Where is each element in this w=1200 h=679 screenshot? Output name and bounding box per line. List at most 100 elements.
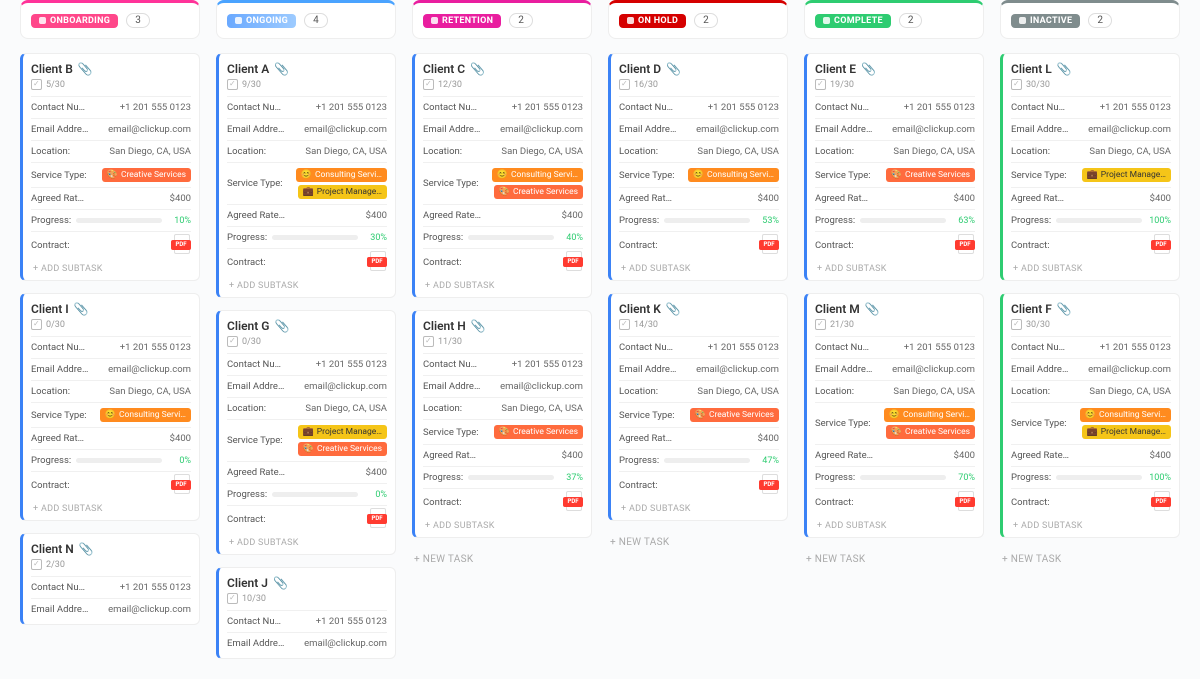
attachment-icon[interactable]: 📎 (865, 302, 880, 316)
add-subtask-button[interactable]: + ADD SUBTASK (619, 498, 779, 516)
card-title[interactable]: Client H📎 (423, 319, 583, 333)
column-header[interactable]: COMPLETE2 (804, 0, 984, 39)
pdf-icon[interactable] (563, 495, 583, 509)
progress-bar[interactable] (1056, 475, 1142, 480)
attachment-icon[interactable]: 📎 (74, 302, 89, 316)
add-subtask-button[interactable]: + ADD SUBTASK (815, 515, 975, 533)
task-card[interactable]: Client A📎9/30Contact Nu…+1 201 555 0123E… (216, 53, 396, 298)
service-tag-creative[interactable]: 🎨Creative Services (494, 185, 583, 199)
attachment-icon[interactable]: 📎 (1057, 302, 1072, 316)
service-tag-consulting[interactable]: 😊Consulting Servi… (884, 408, 975, 422)
progress-bar[interactable] (272, 492, 358, 497)
status-pill[interactable]: ONGOING (227, 14, 296, 28)
progress-bar[interactable] (860, 218, 946, 223)
card-title[interactable]: Client D📎 (619, 62, 779, 76)
service-tag-creative[interactable]: 🎨Creative Services (886, 168, 975, 182)
column-header[interactable]: ONGOING4 (216, 0, 396, 39)
task-card[interactable]: Client J📎10/30Contact Nu…+1 201 555 0123… (216, 567, 396, 659)
service-tag-consulting[interactable]: 😊Consulting Servi… (100, 408, 191, 422)
service-tag-creative[interactable]: 🎨Creative Services (690, 408, 779, 422)
card-title[interactable]: Client J📎 (227, 576, 387, 590)
add-subtask-button[interactable]: + ADD SUBTASK (31, 498, 191, 516)
attachment-icon[interactable]: 📎 (1057, 62, 1072, 76)
service-tag-creative[interactable]: 🎨Creative Services (102, 168, 191, 182)
card-title[interactable]: Client C📎 (423, 62, 583, 76)
task-card[interactable]: Client K📎14/30Contact Nu…+1 201 555 0123… (608, 293, 788, 521)
status-pill[interactable]: COMPLETE (815, 14, 891, 28)
status-pill[interactable]: RETENTION (423, 14, 501, 28)
add-subtask-button[interactable]: + ADD SUBTASK (423, 275, 583, 293)
progress-bar[interactable] (1056, 218, 1142, 223)
task-card[interactable]: Client G📎0/30Contact Nu…+1 201 555 0123E… (216, 310, 396, 555)
add-subtask-button[interactable]: + ADD SUBTASK (227, 275, 387, 293)
service-tag-project[interactable]: 💼Project Manage… (298, 185, 387, 199)
column-header[interactable]: ONBOARDING3 (20, 0, 200, 39)
attachment-icon[interactable]: 📎 (471, 319, 486, 333)
add-subtask-button[interactable]: + ADD SUBTASK (619, 258, 779, 276)
pdf-icon[interactable] (955, 495, 975, 509)
progress-bar[interactable] (272, 235, 358, 240)
task-card[interactable]: Client C📎12/30Contact Nu…+1 201 555 0123… (412, 53, 592, 298)
pdf-icon[interactable] (171, 238, 191, 252)
task-card[interactable]: Client E📎19/30Contact Nu…+1 201 555 0123… (804, 53, 984, 281)
attachment-icon[interactable]: 📎 (666, 62, 681, 76)
add-subtask-button[interactable]: + ADD SUBTASK (423, 515, 583, 533)
card-title[interactable]: Client G📎 (227, 319, 387, 333)
attachment-icon[interactable]: 📎 (470, 62, 485, 76)
pdf-icon[interactable] (759, 478, 779, 492)
card-title[interactable]: Client L📎 (1011, 62, 1171, 76)
progress-bar[interactable] (468, 475, 554, 480)
task-card[interactable]: Client B📎5/30Contact Nu…+1 201 555 0123E… (20, 53, 200, 281)
service-tag-project[interactable]: 💼Project Manage… (1082, 168, 1171, 182)
column-header[interactable]: INACTIVE2 (1000, 0, 1180, 39)
add-subtask-button[interactable]: + ADD SUBTASK (227, 532, 387, 550)
service-tag-creative[interactable]: 🎨Creative Services (298, 442, 387, 456)
card-title[interactable]: Client E📎 (815, 62, 975, 76)
progress-bar[interactable] (664, 218, 750, 223)
progress-bar[interactable] (76, 458, 162, 463)
task-card[interactable]: Client H📎11/30Contact Nu…+1 201 555 0123… (412, 310, 592, 538)
new-task-button[interactable]: + NEW TASK (412, 550, 592, 567)
pdf-icon[interactable] (1151, 495, 1171, 509)
column-header[interactable]: ON HOLD2 (608, 0, 788, 39)
attachment-icon[interactable]: 📎 (274, 319, 289, 333)
status-pill[interactable]: ONBOARDING (31, 14, 118, 28)
card-title[interactable]: Client A📎 (227, 62, 387, 76)
card-title[interactable]: Client I📎 (31, 302, 191, 316)
attachment-icon[interactable]: 📎 (78, 62, 93, 76)
service-tag-project[interactable]: 💼Project Manage… (1082, 425, 1171, 439)
card-title[interactable]: Client K📎 (619, 302, 779, 316)
pdf-icon[interactable] (367, 512, 387, 526)
pdf-icon[interactable] (955, 238, 975, 252)
task-card[interactable]: Client I📎0/30Contact Nu…+1 201 555 0123E… (20, 293, 200, 521)
task-card[interactable]: Client F📎30/30Contact Nu…+1 201 555 0123… (1000, 293, 1180, 538)
service-tag-consulting[interactable]: 😊Consulting Servi… (1080, 408, 1171, 422)
card-title[interactable]: Client B📎 (31, 62, 191, 76)
column-header[interactable]: RETENTION2 (412, 0, 592, 39)
service-tag-creative[interactable]: 🎨Creative Services (494, 425, 583, 439)
status-pill[interactable]: INACTIVE (1011, 14, 1080, 28)
new-task-button[interactable]: + NEW TASK (804, 550, 984, 567)
service-tag-consulting[interactable]: 😊Consulting Servi… (492, 168, 583, 182)
new-task-button[interactable]: + NEW TASK (608, 533, 788, 550)
pdf-icon[interactable] (759, 238, 779, 252)
pdf-icon[interactable] (563, 255, 583, 269)
add-subtask-button[interactable]: + ADD SUBTASK (31, 258, 191, 276)
pdf-icon[interactable] (1151, 238, 1171, 252)
card-title[interactable]: Client F📎 (1011, 302, 1171, 316)
attachment-icon[interactable]: 📎 (273, 576, 288, 590)
pdf-icon[interactable] (367, 255, 387, 269)
progress-bar[interactable] (860, 475, 946, 480)
service-tag-creative[interactable]: 🎨Creative Services (886, 425, 975, 439)
add-subtask-button[interactable]: + ADD SUBTASK (1011, 515, 1171, 533)
task-card[interactable]: Client M📎21/30Contact Nu…+1 201 555 0123… (804, 293, 984, 538)
progress-bar[interactable] (664, 458, 750, 463)
attachment-icon[interactable]: 📎 (274, 62, 289, 76)
attachment-icon[interactable]: 📎 (79, 542, 94, 556)
progress-bar[interactable] (468, 235, 554, 240)
task-card[interactable]: Client N📎2/30Contact Nu…+1 201 555 0123E… (20, 533, 200, 625)
progress-bar[interactable] (76, 218, 162, 223)
service-tag-project[interactable]: 💼Project Manage… (298, 425, 387, 439)
pdf-icon[interactable] (171, 478, 191, 492)
service-tag-consulting[interactable]: 😊Consulting Servi… (688, 168, 779, 182)
